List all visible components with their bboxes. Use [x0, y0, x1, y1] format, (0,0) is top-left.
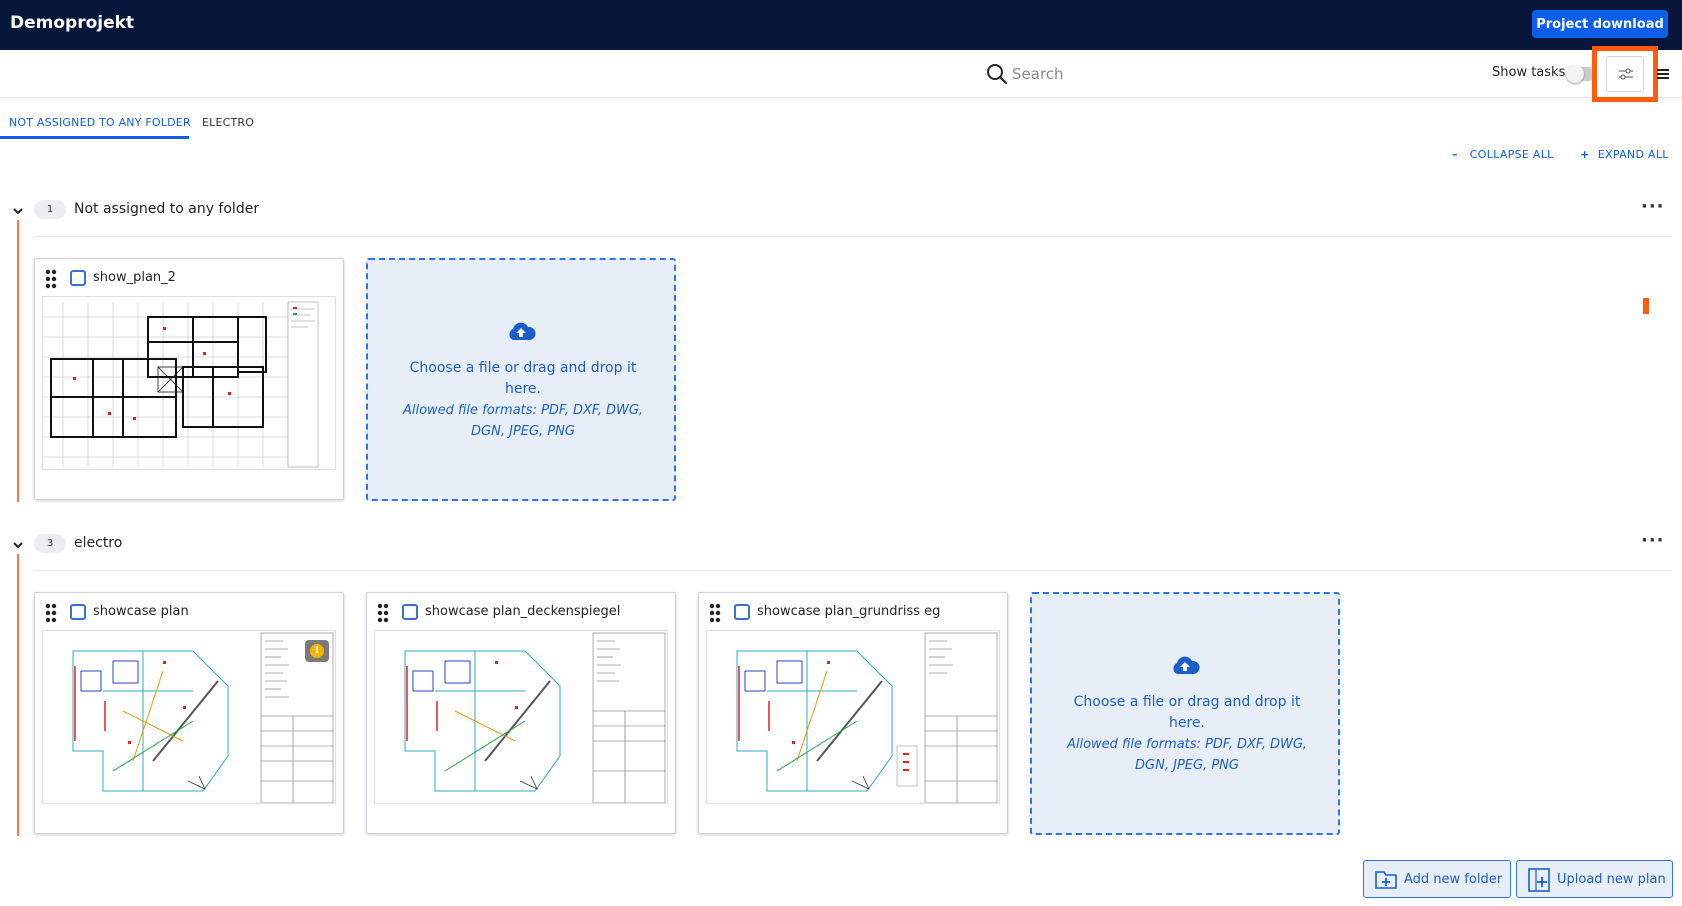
plan-thumbnail[interactable]: [42, 296, 336, 470]
folder-plan-count: 3: [34, 534, 66, 553]
plus-icon: +: [1580, 148, 1590, 161]
upload-new-plan-label: Upload new plan: [1557, 872, 1666, 887]
warning-icon[interactable]: !: [305, 640, 329, 662]
top-bar: Demoprojekt Project download: [0, 0, 1682, 50]
project-title: Demoprojekt: [10, 13, 135, 33]
folder-accent-bar: [17, 220, 19, 502]
show-tasks-label: Show tasks: [1492, 65, 1566, 80]
hamburger-menu-icon[interactable]: [1656, 66, 1670, 82]
floor-plan-drawing: [43, 301, 319, 468]
plan-name: showcase plan_deckenspiegel: [425, 604, 621, 619]
drag-handle-icon[interactable]: [45, 603, 57, 623]
dropzone-formats: Allowed file formats: PDF, DXF, DWG, DGN…: [402, 403, 644, 439]
toolbar: Show tasks: [0, 46, 1682, 102]
expand-all-button[interactable]: + EXPAND ALL: [1580, 148, 1669, 161]
plan-add-icon: [1528, 868, 1550, 892]
tab-not-assigned[interactable]: NOT ASSIGNED TO ANY FOLDER: [9, 116, 191, 129]
search-input[interactable]: [1012, 61, 1212, 87]
plan-name: showcase plan: [93, 604, 189, 619]
upload-dropzone[interactable]: Choose a file or drag and drop it here. …: [366, 258, 676, 501]
folder-name: electro: [74, 535, 123, 551]
folder-tabs: NOT ASSIGNED TO ANY FOLDER ELECTRO: [0, 98, 400, 140]
expand-all-label: EXPAND ALL: [1597, 148, 1669, 161]
folder-more-options-icon[interactable]: ···: [1641, 530, 1665, 551]
minus-icon: –: [1452, 148, 1458, 161]
electrical-plan-drawing: [736, 632, 998, 803]
collapse-all-button[interactable]: – COLLAPSE ALL: [1452, 148, 1554, 161]
plan-checkbox[interactable]: [734, 604, 750, 620]
plan-card[interactable]: show_plan_2: [34, 258, 344, 500]
electrical-plan-drawing: [404, 632, 666, 803]
dropzone-instruction: Choose a file or drag and drop it here.: [409, 360, 637, 397]
tab-electro[interactable]: ELECTRO: [202, 116, 254, 129]
filter-settings-button[interactable]: [1606, 56, 1644, 92]
folder-more-options-icon[interactable]: ···: [1641, 196, 1665, 217]
plan-thumbnail[interactable]: [374, 630, 668, 804]
collapse-all-label: COLLAPSE ALL: [1469, 148, 1554, 161]
chevron-down-icon[interactable]: [11, 538, 25, 552]
cloud-upload-icon: [509, 322, 536, 340]
folder-accent-bar: [17, 554, 19, 836]
cloud-upload-icon: [1173, 656, 1200, 674]
electrical-plan-drawing: [72, 632, 334, 803]
dropzone-instruction: Choose a file or drag and drop it here.: [1073, 694, 1301, 731]
sliders-icon: [1619, 68, 1633, 80]
plan-thumbnail[interactable]: [42, 630, 336, 804]
dropzone-formats: Allowed file formats: PDF, DXF, DWG, DGN…: [1066, 737, 1308, 773]
toggle-knob: [1566, 65, 1584, 83]
drag-handle-icon[interactable]: [377, 603, 389, 623]
active-tab-indicator: [0, 136, 189, 139]
plan-checkbox[interactable]: [70, 604, 86, 620]
scroll-position-marker: [1643, 298, 1649, 314]
chevron-down-icon[interactable]: [11, 204, 25, 218]
upload-dropzone[interactable]: Choose a file or drag and drop it here. …: [1030, 592, 1340, 835]
plan-thumbnail[interactable]: [706, 630, 1000, 804]
plan-card[interactable]: showcase plan_deckenspiegel: [366, 592, 676, 834]
folder-name: Not assigned to any folder: [74, 201, 260, 217]
plan-card[interactable]: showcase plan_grundriss eg: [698, 592, 1008, 834]
folder-plan-count: 1: [34, 200, 66, 219]
folder-add-icon: [1375, 871, 1397, 889]
upload-new-plan-button[interactable]: Upload new plan: [1516, 860, 1673, 898]
plan-name: show_plan_2: [93, 270, 176, 285]
plan-checkbox[interactable]: [402, 604, 418, 620]
drag-handle-icon[interactable]: [45, 269, 57, 289]
add-new-folder-button[interactable]: Add new folder: [1363, 860, 1511, 898]
plan-checkbox[interactable]: [70, 270, 86, 286]
search-icon: [987, 64, 1008, 85]
plan-card[interactable]: showcase plan !: [34, 592, 344, 834]
folder-divider: [34, 570, 1672, 571]
project-download-button[interactable]: Project download: [1532, 10, 1668, 38]
add-new-folder-label: Add new folder: [1404, 872, 1503, 887]
drag-handle-icon[interactable]: [709, 603, 721, 623]
folder-divider: [34, 236, 1672, 237]
plan-name: showcase plan_grundriss eg: [757, 604, 941, 619]
